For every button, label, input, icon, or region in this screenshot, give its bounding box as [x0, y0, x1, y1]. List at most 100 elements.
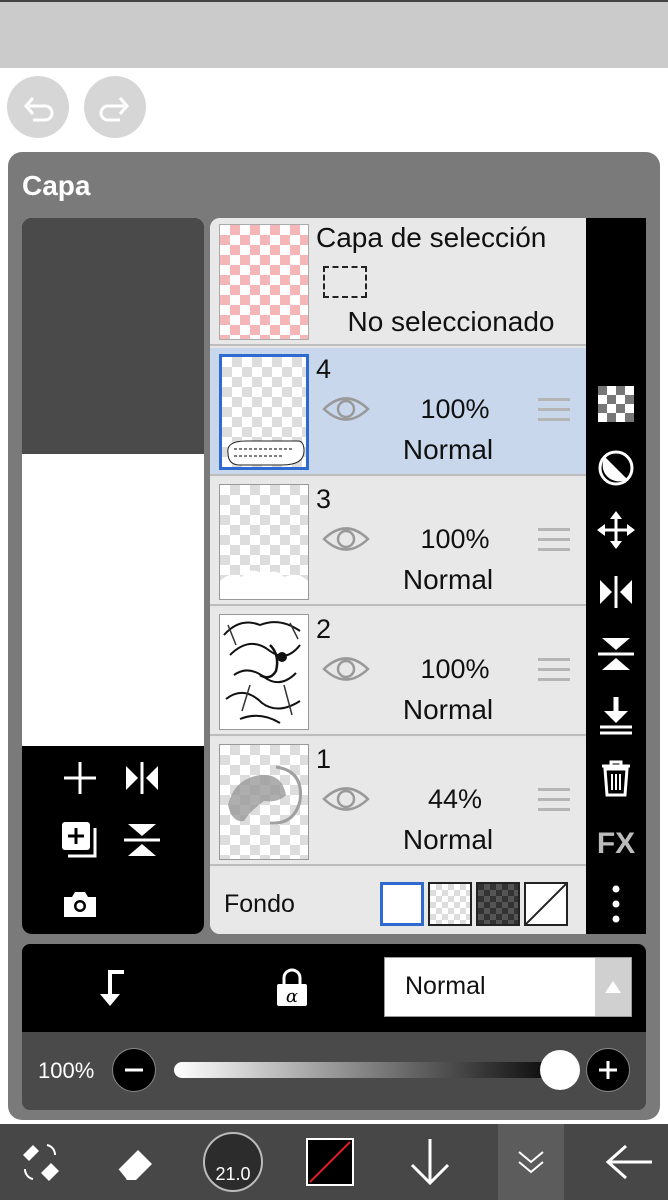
- duplicate-layer-button[interactable]: [58, 818, 102, 862]
- layer-row-3[interactable]: 3 100% Normal: [210, 478, 586, 606]
- layer-row-4[interactable]: 4 100% Normal: [210, 348, 586, 476]
- blend-dropdown-toggle[interactable]: [595, 958, 631, 1016]
- top-bar: [0, 0, 668, 68]
- selection-layer-row[interactable]: Capa de selección No seleccionado: [210, 218, 586, 346]
- camera-button[interactable]: [58, 882, 102, 926]
- visibility-toggle[interactable]: [322, 392, 370, 431]
- back-button[interactable]: [600, 1124, 660, 1200]
- move-down-button[interactable]: [400, 1124, 460, 1200]
- color-swatch-icon: [306, 1138, 354, 1186]
- plus-icon: [599, 1061, 617, 1079]
- gray-shading-sketch: [228, 765, 302, 825]
- speech-bubble-sketch: [227, 440, 305, 466]
- background-dark-swatch[interactable]: [476, 882, 520, 926]
- blend-mode-select[interactable]: Normal: [384, 957, 632, 1017]
- brush-size-indicator: 21.0: [203, 1132, 263, 1192]
- cloud-shape: [220, 570, 308, 599]
- alpha-lock-icon: α: [277, 968, 307, 1007]
- flip-vertical-icon: [124, 824, 160, 856]
- selection-layer-title: Capa de selección: [316, 222, 547, 253]
- transparency-lock-button[interactable]: [586, 382, 646, 426]
- line-art-sketch: [223, 621, 301, 724]
- merge-down-button[interactable]: [586, 694, 646, 738]
- layer-opacity: 100%: [420, 524, 490, 554]
- layer-blend-mode: Normal: [402, 824, 494, 855]
- flip-vertical-icon: [598, 638, 634, 670]
- preview-dark-area: [22, 218, 204, 454]
- layer-row-1[interactable]: 1 44% Normal: [210, 738, 586, 866]
- flip-horizontal-icon: [600, 576, 632, 608]
- half-circle-icon: [598, 450, 634, 486]
- svg-text:α: α: [286, 986, 298, 1007]
- layer-thumbnail: [219, 484, 309, 600]
- drag-handle[interactable]: [538, 528, 570, 558]
- redo-button[interactable]: [84, 76, 146, 138]
- alpha-lock-button[interactable]: α: [274, 968, 310, 1013]
- clip-arrow-icon: [100, 970, 124, 1006]
- trash-icon: [602, 760, 630, 797]
- drag-handle[interactable]: [538, 788, 570, 818]
- layer-panel-toggle-button[interactable]: [498, 1124, 564, 1200]
- background-label: Fondo: [224, 890, 295, 918]
- flip-vertical-button[interactable]: [120, 818, 164, 862]
- clipping-button[interactable]: [586, 446, 646, 490]
- layer-number: 1: [316, 744, 332, 774]
- eye-icon: [322, 527, 370, 551]
- double-chevron-down-icon: [518, 1151, 544, 1174]
- slash-icon: [525, 883, 567, 925]
- layer-number: 2: [316, 614, 332, 644]
- side-toolbar: FX: [586, 218, 646, 934]
- brush-size-value: 21.0: [215, 1164, 251, 1184]
- more-options-button[interactable]: [586, 882, 646, 926]
- eraser-button[interactable]: [106, 1124, 166, 1200]
- eye-icon: [322, 787, 370, 811]
- fx-button[interactable]: FX: [586, 822, 646, 866]
- layer-blend-mode: Normal: [402, 434, 494, 465]
- bottom-toolbar: 21.0: [0, 1124, 668, 1200]
- flip-horizontal-icon: [126, 762, 158, 794]
- color-button[interactable]: [300, 1124, 360, 1200]
- opacity-slider-track[interactable]: [174, 1062, 568, 1078]
- checker-icon: [598, 386, 634, 422]
- duplicate-icon: [62, 822, 97, 858]
- delete-layer-button[interactable]: [586, 756, 646, 800]
- background-transparent-swatch[interactable]: [428, 882, 472, 926]
- brush-eraser-swap-icon: [23, 1144, 59, 1181]
- preview-canvas: [22, 454, 204, 746]
- layer-number: 4: [316, 354, 332, 384]
- background-row: Fondo: [210, 868, 586, 934]
- opacity-decrease-button[interactable]: [112, 1048, 156, 1092]
- flip-vertical-side-button[interactable]: [586, 632, 646, 676]
- visibility-toggle[interactable]: [322, 652, 370, 691]
- arrow-down-icon: [410, 1139, 450, 1185]
- add-layer-button[interactable]: [58, 756, 102, 800]
- layer-opacity: 100%: [420, 654, 490, 684]
- brush-size-button[interactable]: 21.0: [200, 1124, 266, 1200]
- blend-mode-value: Normal: [405, 972, 486, 1000]
- move-button[interactable]: [586, 508, 646, 552]
- drag-handle[interactable]: [538, 398, 570, 428]
- opacity-increase-button[interactable]: [586, 1048, 630, 1092]
- plus-icon: [64, 762, 96, 794]
- layer-thumbnail: [219, 354, 309, 470]
- layer-blend-mode: Normal: [402, 694, 494, 725]
- selection-dashed-icon: [323, 266, 367, 298]
- clip-down-button[interactable]: [92, 968, 128, 1013]
- background-white-swatch[interactable]: [380, 882, 424, 926]
- undo-icon: [24, 97, 54, 122]
- swap-tool-button[interactable]: [10, 1124, 70, 1200]
- layer-row-2[interactable]: 2 100% Normal: [210, 608, 586, 736]
- minus-icon: [125, 1068, 143, 1072]
- more-vertical-icon: [612, 885, 620, 923]
- opacity-slider-thumb[interactable]: [540, 1050, 580, 1090]
- undo-button[interactable]: [7, 76, 69, 138]
- flip-horizontal-button[interactable]: [120, 756, 164, 800]
- layer-thumbnail: [219, 744, 309, 860]
- drag-handle[interactable]: [538, 658, 570, 688]
- visibility-toggle[interactable]: [322, 522, 370, 561]
- redo-icon: [99, 97, 129, 122]
- visibility-toggle[interactable]: [322, 782, 370, 821]
- flip-horizontal-side-button[interactable]: [586, 570, 646, 614]
- eye-icon: [322, 657, 370, 681]
- background-none-swatch[interactable]: [524, 882, 568, 926]
